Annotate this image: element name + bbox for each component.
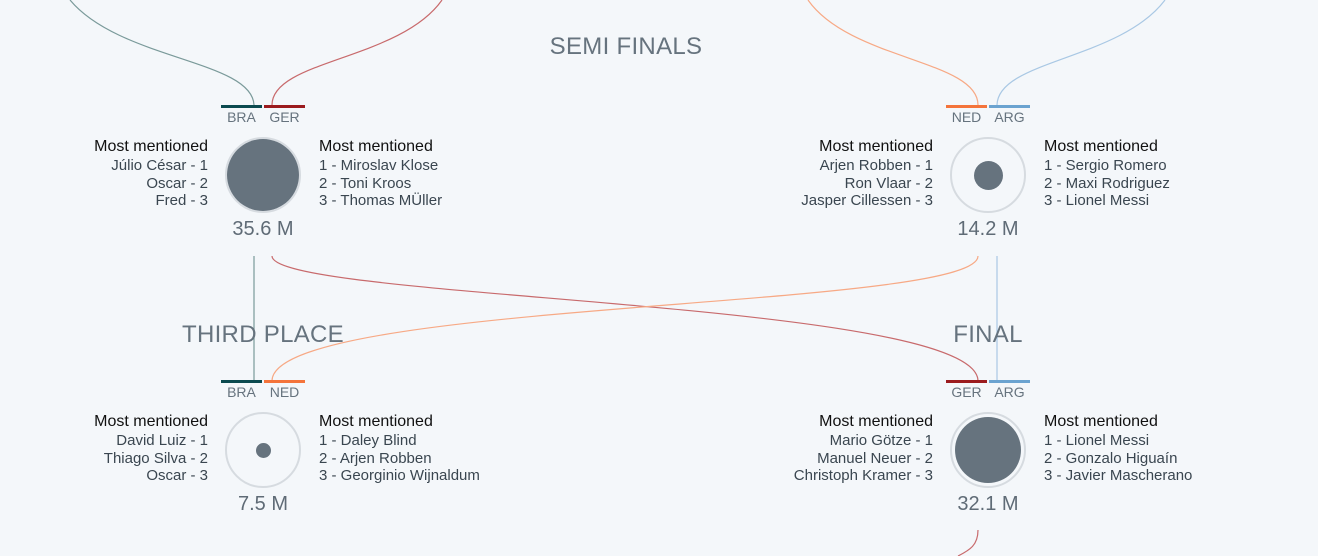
connector-ger-in bbox=[271, 0, 443, 106]
connector-ned-to-third bbox=[271, 255, 979, 382]
connector-bra-in bbox=[69, 0, 255, 106]
volume-bubble[interactable] bbox=[950, 137, 1026, 213]
team1-most-mentioned: Most mentioned Júlio César - 1 Oscar - 2… bbox=[94, 137, 208, 210]
player-item: 3 - Georginio Wijnaldum bbox=[319, 467, 480, 484]
player-item: 1 - Sergio Romero bbox=[1044, 157, 1167, 174]
total-mentions: 14.2 M bbox=[957, 218, 1019, 240]
team1-code: BRA bbox=[227, 384, 256, 400]
team1-color-bar bbox=[946, 105, 987, 108]
team2-header: Most mentioned bbox=[1044, 413, 1158, 430]
third-place-title: THIRD PLACE bbox=[182, 321, 344, 348]
team1-most-mentioned: Most mentioned Mario Götze - 1 Manuel Ne… bbox=[794, 412, 933, 485]
team2-most-mentioned: Most mentioned 1 - Lionel Messi 2 - Gonz… bbox=[1044, 412, 1192, 485]
team1-header: Most mentioned bbox=[94, 138, 208, 155]
player-item: 3 - Thomas MÜller bbox=[319, 192, 443, 209]
volume-fill bbox=[955, 417, 1021, 483]
team2-most-mentioned: Most mentioned 1 - Sergio Romero 2 - Max… bbox=[1044, 137, 1170, 210]
player-item: 1 - Daley Blind bbox=[319, 432, 417, 449]
team1-header: Most mentioned bbox=[94, 413, 208, 430]
player-item: 2 - Toni Kroos bbox=[319, 174, 412, 192]
match-final: GER ARG 32.1 M Most mentioned Mario Götz… bbox=[794, 380, 1192, 515]
team1-code: GER bbox=[951, 384, 982, 400]
team2-header: Most mentioned bbox=[319, 413, 433, 430]
volume-fill bbox=[255, 442, 271, 458]
player-item: 2 - Gonzalo Higuaín bbox=[1044, 449, 1178, 467]
team2-code: ARG bbox=[994, 384, 1025, 400]
total-mentions: 32.1 M bbox=[957, 493, 1019, 515]
match-semi-1: BRA GER 35.6 M Most mentioned Júlio Césa… bbox=[94, 105, 442, 240]
player-item: Manuel Neuer - 2 bbox=[817, 449, 933, 467]
team1-header: Most mentioned bbox=[819, 138, 933, 155]
connector-ger-to-final bbox=[271, 255, 979, 382]
player-item: 1 - Lionel Messi bbox=[1044, 432, 1150, 449]
player-item: David Luiz - 1 bbox=[116, 432, 208, 449]
team2-header: Most mentioned bbox=[319, 138, 433, 155]
player-item: Júlio César - 1 bbox=[111, 157, 208, 174]
total-mentions: 35.6 M bbox=[232, 218, 294, 240]
team2-color-bar bbox=[264, 380, 305, 383]
player-item: 2 - Maxi Rodriguez bbox=[1044, 174, 1170, 192]
player-item: 3 - Lionel Messi bbox=[1044, 192, 1150, 209]
team2-color-bar bbox=[989, 380, 1030, 383]
team2-most-mentioned: Most mentioned 1 - Miroslav Klose 2 - To… bbox=[319, 137, 442, 210]
team2-header: Most mentioned bbox=[1044, 138, 1158, 155]
team1-color-bar bbox=[221, 380, 262, 383]
player-item: Arjen Robben - 1 bbox=[819, 157, 933, 174]
player-item: Fred - 3 bbox=[155, 192, 208, 209]
team2-code: ARG bbox=[994, 109, 1025, 125]
team1-code: NED bbox=[951, 109, 982, 125]
team1-most-mentioned: Most mentioned Arjen Robben - 1 Ron Vlaa… bbox=[801, 137, 933, 210]
connector-final-out bbox=[957, 529, 979, 556]
team2-color-bar bbox=[989, 105, 1030, 108]
player-item: 1 - Miroslav Klose bbox=[319, 157, 439, 174]
player-item: Christoph Kramer - 3 bbox=[793, 467, 933, 484]
player-item: Mario Götze - 1 bbox=[829, 432, 933, 449]
team1-color-bar bbox=[946, 380, 987, 383]
team2-most-mentioned: Most mentioned 1 - Daley Blind 2 - Arjen… bbox=[319, 412, 480, 485]
connector-arg-in bbox=[996, 0, 1166, 106]
player-item: 2 - Arjen Robben bbox=[319, 449, 432, 467]
match-semi-2: NED ARG 14.2 M Most mentioned Arjen Robb… bbox=[801, 105, 1170, 240]
team2-code: NED bbox=[269, 384, 300, 400]
volume-fill bbox=[227, 139, 299, 211]
player-item: Oscar - 2 bbox=[146, 174, 208, 192]
volume-bubble[interactable] bbox=[225, 137, 301, 213]
team1-color-bar bbox=[221, 105, 262, 108]
player-item: Jasper Cillessen - 3 bbox=[801, 192, 933, 209]
team2-color-bar bbox=[264, 105, 305, 108]
player-item: Oscar - 3 bbox=[146, 467, 208, 484]
team1-header: Most mentioned bbox=[819, 413, 933, 430]
player-item: Ron Vlaar - 2 bbox=[844, 174, 933, 192]
team1-most-mentioned: Most mentioned David Luiz - 1 Thiago Sil… bbox=[94, 412, 208, 485]
volume-bubble[interactable] bbox=[950, 412, 1026, 488]
connector-ned-in bbox=[807, 0, 979, 106]
total-mentions: 7.5 M bbox=[237, 493, 289, 515]
volume-bubble[interactable] bbox=[225, 412, 301, 488]
semi-finals-title: SEMI FINALS bbox=[549, 33, 703, 60]
final-title: FINAL bbox=[953, 321, 1023, 348]
team2-code: GER bbox=[269, 109, 300, 125]
player-item: Thiago Silva - 2 bbox=[103, 449, 208, 467]
volume-fill bbox=[973, 160, 1003, 190]
player-item: 3 - Javier Mascherano bbox=[1044, 467, 1193, 484]
team1-code: BRA bbox=[227, 109, 256, 125]
match-third-place: BRA NED 7.5 M Most mentioned David Luiz … bbox=[94, 380, 480, 515]
